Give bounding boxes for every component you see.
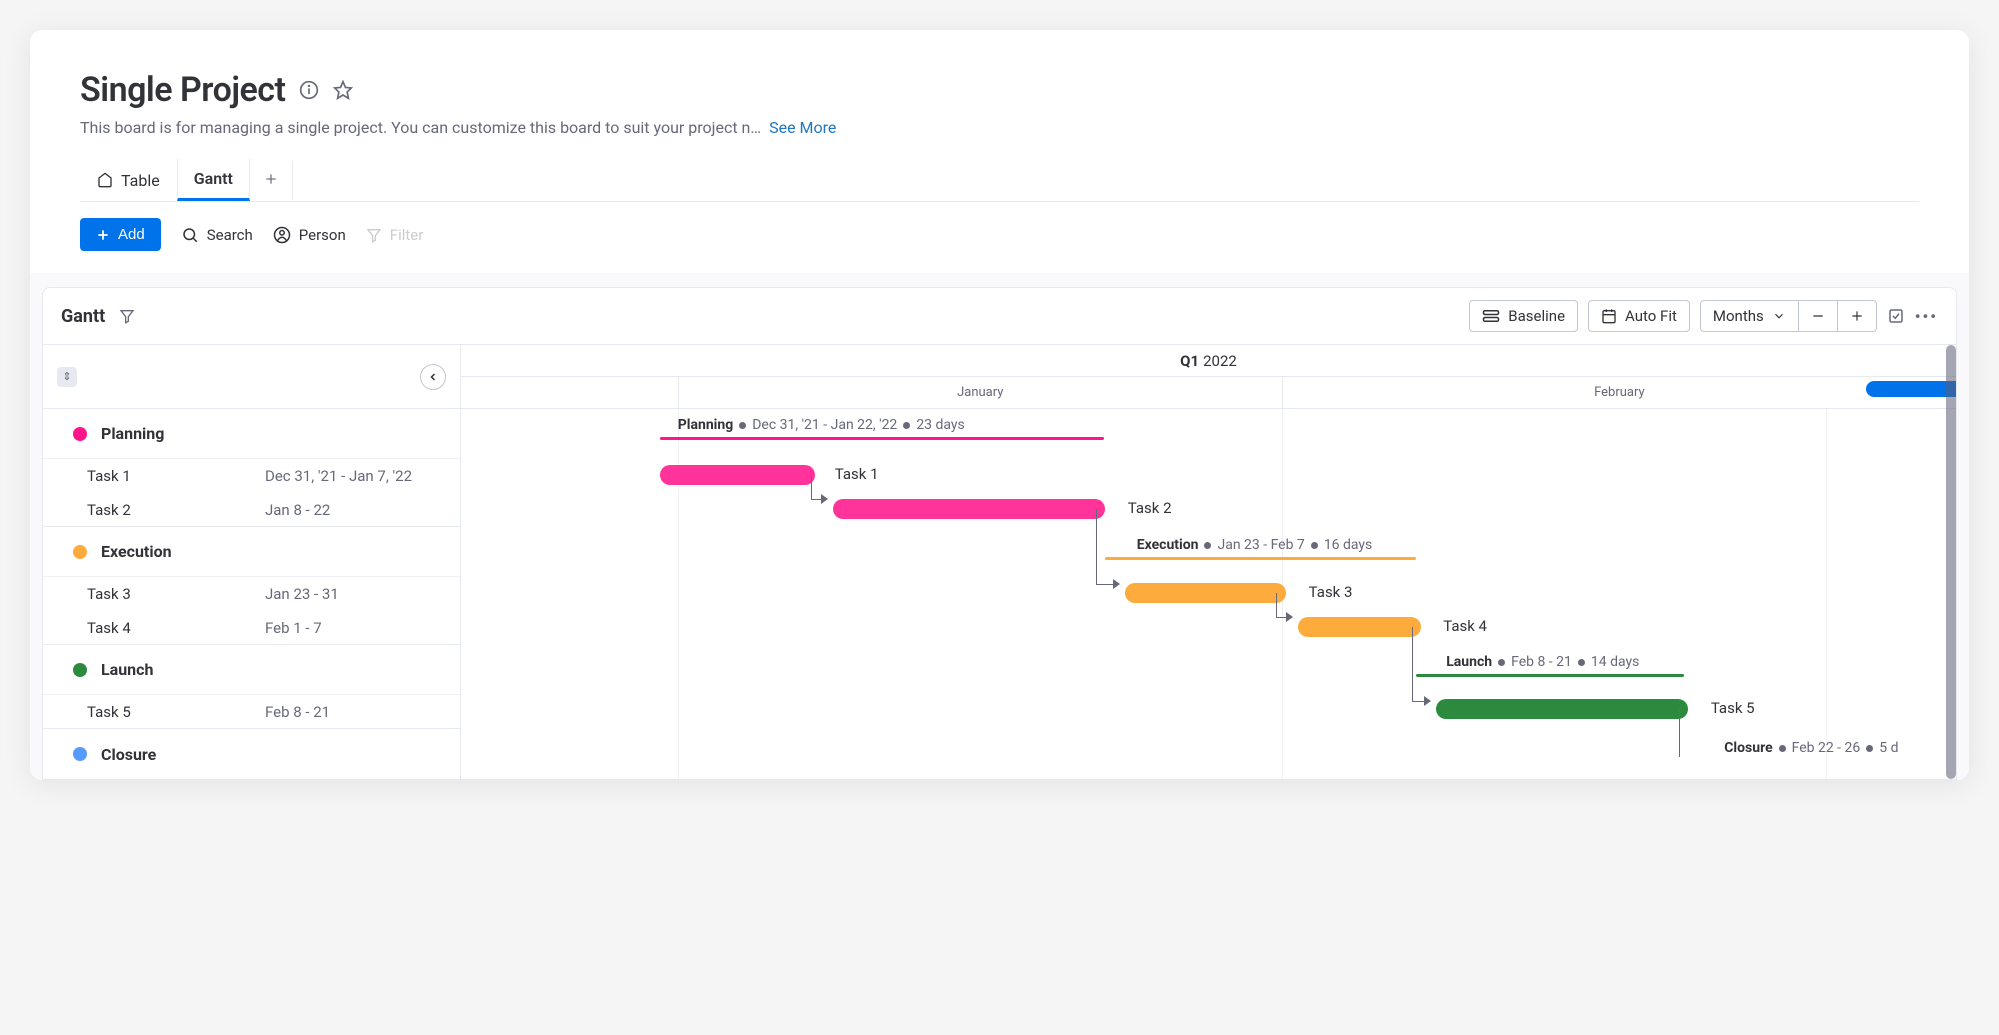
filter-tool[interactable]: Filter — [366, 226, 424, 244]
more-icon[interactable]: ••• — [1915, 307, 1938, 326]
gantt-widget-title: Gantt — [61, 306, 105, 327]
filter-label: Filter — [390, 226, 424, 244]
bars-layer: PlanningDec 31, '21 - Jan 22, '2223 days… — [461, 409, 1956, 779]
gantt-body: ⇕ Planning Task 1 Dec 31, '21 - Jan 7, '… — [43, 344, 1956, 779]
group-underline-launch[interactable] — [1416, 674, 1684, 677]
quarter-label: Q1 — [1180, 352, 1199, 370]
autofit-label: Auto Fit — [1625, 307, 1677, 325]
group-color-dot — [73, 747, 87, 761]
task-row[interactable]: Task 4 Feb 1 - 7 — [43, 611, 460, 645]
task-bar-label: Task 1 — [835, 465, 879, 483]
view-tabs: Table Gantt — [80, 159, 1919, 202]
scale-label: Months — [1713, 307, 1764, 325]
filter-icon[interactable] — [119, 308, 135, 324]
task-dates: Jan 23 - 31 — [265, 585, 339, 603]
person-tool[interactable]: Person — [273, 226, 346, 244]
task-dates: Feb 8 - 21 — [265, 703, 330, 721]
export-icon[interactable] — [1887, 307, 1905, 325]
task-bar[interactable] — [1298, 617, 1421, 637]
task-bar-label: Task 5 — [1711, 699, 1755, 717]
group-row-closure[interactable]: Closure — [43, 729, 460, 779]
app-window: Single Project This board is for managin… — [30, 30, 1969, 780]
group-label: Launch — [101, 660, 153, 679]
group-underline-execution[interactable] — [1105, 557, 1416, 560]
tab-table-label: Table — [121, 171, 160, 190]
person-label: Person — [299, 226, 346, 244]
month-col-prev — [461, 377, 678, 408]
task-dates: Dec 31, '21 - Jan 7, '22 — [265, 467, 412, 485]
gantt-card: Gantt Baseline Auto Fit — [42, 287, 1957, 780]
add-button[interactable]: Add — [80, 218, 161, 251]
month-col-jan: January — [678, 377, 1282, 408]
add-button-label: Add — [118, 226, 145, 243]
autofit-button[interactable]: Auto Fit — [1588, 300, 1690, 332]
task-bar[interactable] — [833, 499, 1105, 519]
task-name: Task 5 — [87, 703, 265, 721]
task-bar-label: Task 2 — [1128, 499, 1172, 517]
gantt-widget-area: Gantt Baseline Auto Fit — [30, 273, 1969, 780]
group-summary-planning: PlanningDec 31, '21 - Jan 22, '2223 days — [678, 417, 965, 433]
task-bar-label: Task 3 — [1309, 583, 1353, 601]
task-bar[interactable] — [1436, 699, 1689, 719]
group-summary-launch: LaunchFeb 8 - 2114 days — [1446, 654, 1639, 670]
group-row-planning[interactable]: Planning — [43, 409, 460, 459]
add-view-button[interactable] — [250, 161, 293, 200]
board-toolbar: Add Search Person Filter — [30, 202, 1969, 273]
tab-table[interactable]: Table — [80, 161, 177, 200]
group-color-dot — [73, 663, 87, 677]
tab-gantt[interactable]: Gantt — [177, 159, 250, 201]
zoom-in-button[interactable] — [1838, 300, 1877, 332]
timeline-header: Q1 2022 January February — [461, 345, 1956, 409]
task-name: Task 2 — [87, 501, 265, 519]
zoom-out-button[interactable] — [1799, 300, 1838, 332]
task-row[interactable]: Task 1 Dec 31, '21 - Jan 7, '22 — [43, 459, 460, 493]
group-label: Closure — [101, 745, 156, 764]
baseline-label: Baseline — [1508, 307, 1565, 325]
task-name: Task 3 — [87, 585, 265, 603]
task-name: Task 1 — [87, 467, 265, 485]
task-row[interactable]: Task 2 Jan 8 - 22 — [43, 493, 460, 527]
chevron-left-icon — [427, 371, 439, 383]
group-underline-planning[interactable] — [660, 437, 1104, 440]
board-header: Single Project This board is for managin… — [30, 70, 1969, 202]
group-label: Execution — [101, 542, 172, 561]
collapse-panel-button[interactable] — [420, 364, 446, 390]
info-icon[interactable] — [299, 80, 319, 100]
board-title: Single Project — [80, 70, 285, 110]
task-row[interactable]: Task 5 Feb 8 - 21 — [43, 695, 460, 729]
chevron-down-icon — [1772, 309, 1786, 323]
group-color-dot — [73, 545, 87, 559]
group-summary-execution: ExecutionJan 23 - Feb 716 days — [1137, 537, 1373, 553]
task-name: Task 4 — [87, 619, 265, 637]
group-summary-closure: ClosureFeb 22 - 265 d — [1724, 740, 1898, 756]
group-row-execution[interactable]: Execution — [43, 527, 460, 577]
collapse-all-icon[interactable]: ⇕ — [57, 367, 77, 387]
gantt-header: Gantt Baseline Auto Fit — [43, 288, 1956, 344]
baseline-button[interactable]: Baseline — [1469, 300, 1578, 332]
quarter-year: 2022 — [1203, 352, 1237, 370]
group-color-dot — [73, 427, 87, 441]
gantt-task-list: ⇕ Planning Task 1 Dec 31, '21 - Jan 7, '… — [43, 345, 461, 779]
star-icon[interactable] — [333, 80, 353, 100]
tab-gantt-label: Gantt — [194, 169, 233, 188]
scale-select[interactable]: Months — [1700, 300, 1799, 332]
see-more-link[interactable]: See More — [769, 118, 836, 137]
task-dates: Feb 1 - 7 — [265, 619, 322, 637]
task-row[interactable]: Task 3 Jan 23 - 31 — [43, 577, 460, 611]
month-col-feb: February — [1282, 377, 1956, 408]
gantt-timeline[interactable]: Q1 2022 January February — [461, 345, 1956, 779]
vertical-scrollbar[interactable] — [1946, 345, 1956, 779]
board-subtitle: This board is for managing a single proj… — [80, 118, 761, 137]
search-label: Search — [207, 226, 253, 244]
group-row-launch[interactable]: Launch — [43, 645, 460, 695]
task-bar[interactable] — [660, 465, 815, 485]
search-tool[interactable]: Search — [181, 226, 253, 244]
task-bar[interactable] — [1125, 583, 1286, 603]
task-dates: Jan 8 - 22 — [265, 501, 330, 519]
group-label: Planning — [101, 424, 164, 443]
today-indicator — [1866, 381, 1956, 397]
task-bar-label: Task 4 — [1443, 617, 1487, 635]
